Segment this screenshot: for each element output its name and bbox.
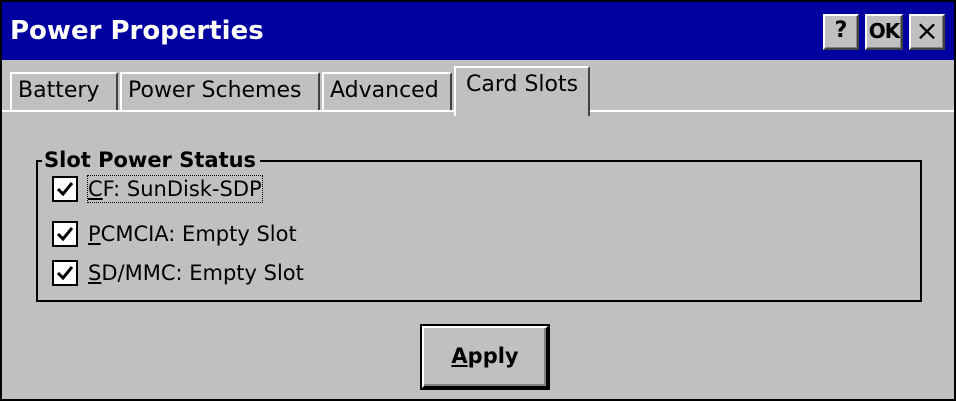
checkmark-icon [56,266,74,281]
slot-cf-label: CF: SunDisk-SDP [87,175,263,203]
slot-pcmcia-checkbox-row[interactable]: PCMCIA: Empty Slot [52,219,297,249]
tab-advanced[interactable]: Advanced [322,72,452,110]
slot-cf-checkbox[interactable] [52,176,78,202]
group-title: Slot Power Status [42,147,261,173]
title-bar: Power Properties ? OK × [2,2,954,60]
power-properties-window: Power Properties ? OK × Battery Power Sc… [0,0,956,401]
checkmark-icon [56,227,74,242]
slot-pcmcia-label: PCMCIA: Empty Slot [88,222,297,246]
tab-power-schemes[interactable]: Power Schemes [120,72,320,110]
window-title: Power Properties [10,16,264,46]
slot-pcmcia-checkbox[interactable] [52,221,78,247]
slot-sdmmc-checkbox[interactable] [52,260,78,286]
slot-sdmmc-label: SD/MMC: Empty Slot [88,261,304,285]
apply-button[interactable]: Apply [422,326,548,388]
slot-cf-checkbox-row[interactable]: CF: SunDisk-SDP [52,174,263,204]
ok-button[interactable]: OK [865,14,903,50]
close-button[interactable]: × [909,14,945,50]
tab-strip: Battery Power Schemes Advanced Card Slot… [2,60,954,116]
help-button[interactable]: ? [823,14,859,50]
tab-battery[interactable]: Battery [10,72,118,110]
tab-card-slots[interactable]: Card Slots [454,66,590,116]
slot-sdmmc-checkbox-row[interactable]: SD/MMC: Empty Slot [52,258,304,288]
checkmark-icon [56,182,74,197]
